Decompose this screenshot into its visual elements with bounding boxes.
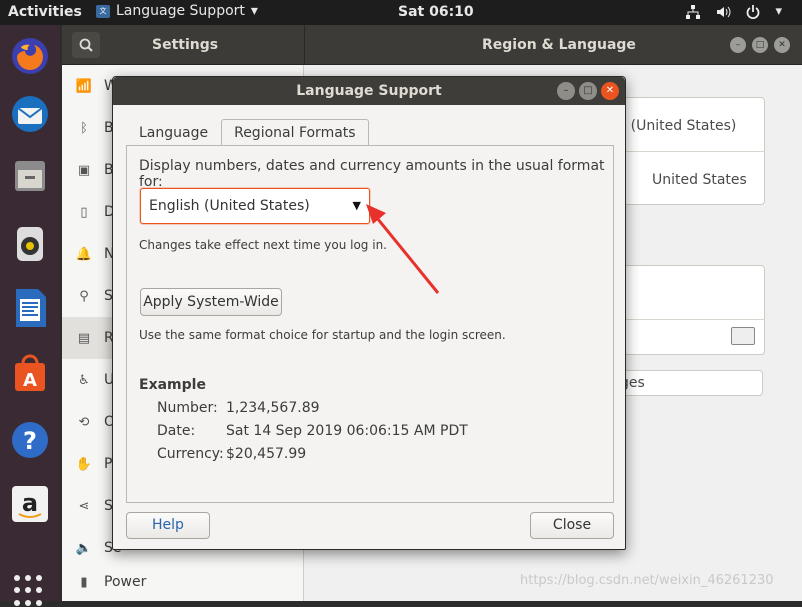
annotation-arrow-icon bbox=[366, 204, 440, 294]
